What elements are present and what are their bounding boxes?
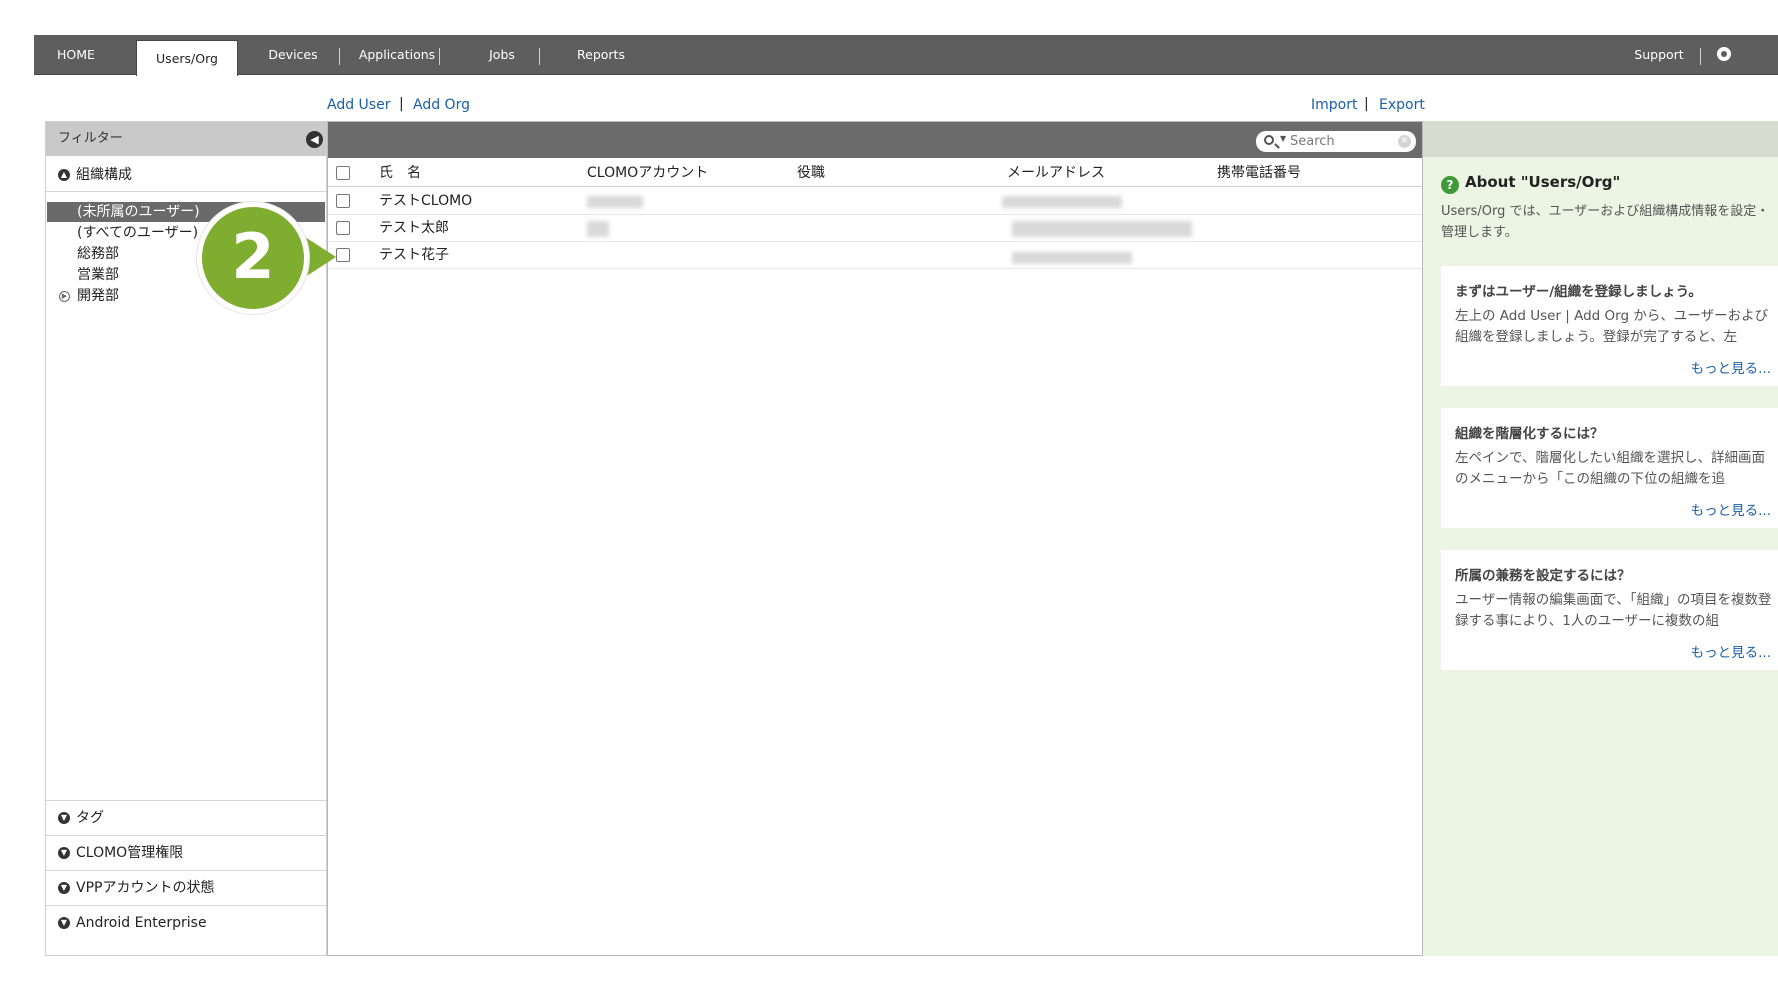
column-email[interactable]: メールアドレス (1007, 159, 1105, 187)
org-structure-label: 組織構成 (76, 167, 132, 183)
admin-permission-section[interactable]: ▼ CLOMO管理権限 (46, 835, 326, 869)
collapse-panel-icon[interactable]: ◀ (306, 131, 323, 148)
help-card-title: まずはユーザー/組織を登録しましょう。 (1455, 284, 1702, 300)
add-org-link[interactable]: Add Org (413, 96, 470, 114)
help-card-body: 左上の Add User | Add Org から、ユーザーおよび組織を登録しま… (1455, 308, 1769, 345)
help-card-title: 組織を階層化するには？ (1455, 426, 1604, 442)
org-structure-section[interactable]: ▲ 組織構成 (46, 158, 326, 192)
column-mobile[interactable]: 携帯電話番号 (1217, 159, 1301, 187)
read-more-link[interactable]: もっと見る... (1691, 641, 1771, 661)
table-row[interactable]: テスト花子 (328, 242, 1422, 269)
support-link[interactable]: Support (1614, 35, 1704, 75)
help-card: 所属の兼務を設定するには？ ユーザー情報の編集画面で、「組織」の項目を複数登録す… (1441, 550, 1778, 670)
chevron-down-icon: ▼ (58, 917, 70, 929)
help-description: Users/Org では、ユーザーおよび組織構成情報を設定・管理します。 (1441, 204, 1770, 240)
table-row[interactable]: テスト太郎 (328, 215, 1422, 242)
column-name[interactable]: 氏 名 (379, 159, 421, 187)
chevron-down-icon: ▼ (58, 882, 70, 894)
row-checkbox[interactable] (336, 248, 350, 262)
tab-reports[interactable]: Reports (548, 35, 654, 75)
admin-permission-label: CLOMO管理権限 (76, 845, 184, 861)
gear-icon (1717, 47, 1731, 61)
tab-home[interactable]: HOME (34, 35, 118, 75)
user-name: テストCLOMO (379, 193, 473, 209)
settings-link[interactable]: Setting (1717, 35, 1778, 102)
settings-label: Setting (1717, 87, 1762, 102)
row-checkbox[interactable] (336, 194, 350, 208)
tab-separator (339, 48, 340, 65)
table-toolbar: ▼ ✕ (328, 122, 1422, 158)
vpp-account-section[interactable]: ▼ VPPアカウントの状態 (46, 870, 326, 904)
help-topbar (1423, 121, 1778, 157)
filter-header: フィルター ◀ (46, 122, 326, 156)
action-separator: | (399, 96, 404, 112)
chevron-down-icon: ▼ (58, 812, 70, 824)
filter-title: フィルター (58, 131, 123, 146)
tag-section[interactable]: ▼ タグ (46, 800, 326, 834)
table-header: 氏 名 CLOMOアカウント 役職 メールアドレス 携帯電話番号 (328, 159, 1422, 187)
chevron-up-icon: ▲ (58, 169, 70, 181)
redacted-email (1012, 221, 1192, 237)
expand-icon[interactable]: ▶ (59, 291, 70, 302)
help-title-text: About "Users/Org" (1465, 173, 1621, 191)
user-name: テスト花子 (379, 247, 449, 263)
nav-separator (1700, 48, 1701, 65)
top-nav-bar: HOME Users/Org Devices Applications Jobs… (34, 35, 1778, 102)
column-clomo-account[interactable]: CLOMOアカウント (587, 159, 708, 187)
android-enterprise-label: Android Enterprise (76, 915, 207, 931)
tag-section-label: タグ (76, 810, 104, 826)
redacted-email (1002, 196, 1122, 208)
step-badge: 2 (197, 202, 309, 314)
redacted-account (587, 221, 609, 237)
caret-down-icon[interactable]: ▼ (1280, 134, 1286, 143)
help-panel: ? About "Users/Org" Users/Org では、ユーザーおよび組… (1423, 121, 1778, 956)
tab-applications[interactable]: Applications (344, 35, 450, 75)
tab-separator (439, 48, 440, 65)
search-box[interactable]: ▼ ✕ (1256, 131, 1416, 152)
vpp-account-label: VPPアカウントの状態 (76, 880, 215, 896)
chevron-down-icon: ▼ (58, 847, 70, 859)
row-checkbox[interactable] (336, 221, 350, 235)
search-icon[interactable] (1264, 135, 1274, 145)
column-position[interactable]: 役職 (797, 159, 825, 187)
read-more-link[interactable]: もっと見る... (1691, 499, 1771, 519)
import-link[interactable]: Import (1311, 96, 1357, 114)
search-input[interactable] (1290, 132, 1398, 151)
help-card-body: 左ペインで、階層化したい組織を選択し、詳細画面のメニューから「この組織の下位の組… (1455, 450, 1765, 487)
tree-item-label: 開発部 (77, 288, 119, 304)
redacted-email (1012, 252, 1132, 264)
tab-separator (539, 48, 540, 65)
action-separator: | (1364, 96, 1369, 112)
question-icon: ? (1441, 176, 1459, 194)
export-link[interactable]: Export (1379, 96, 1425, 114)
redacted-account (587, 196, 643, 208)
user-name: テスト太郎 (379, 220, 449, 236)
clear-icon[interactable]: ✕ (1398, 135, 1411, 148)
add-user-link[interactable]: Add User (327, 96, 390, 114)
table-row[interactable]: テストCLOMO (328, 188, 1422, 215)
tab-users-org[interactable]: Users/Org (136, 40, 238, 76)
read-more-link[interactable]: もっと見る... (1691, 357, 1771, 377)
help-card-title: 所属の兼務を設定するには？ (1455, 568, 1631, 584)
select-all-checkbox[interactable] (336, 166, 350, 180)
help-card-body: ユーザー情報の編集画面で、「組織」の項目を複数登録する事により、1人のユーザーに… (1455, 592, 1772, 629)
android-enterprise-section[interactable]: ▼ Android Enterprise (46, 905, 326, 939)
tab-devices[interactable]: Devices (252, 35, 334, 75)
help-title: ? About "Users/Org" (1441, 173, 1620, 194)
help-card: 組織を階層化するには？ 左ペインで、階層化したい組織を選択し、詳細画面のメニュー… (1441, 408, 1778, 528)
user-table-panel: ▼ ✕ 氏 名 CLOMOアカウント 役職 メールアドレス 携帯電話番号 テスト… (327, 121, 1423, 956)
help-card: まずはユーザー/組織を登録しましょう。 左上の Add User | Add O… (1441, 266, 1778, 386)
